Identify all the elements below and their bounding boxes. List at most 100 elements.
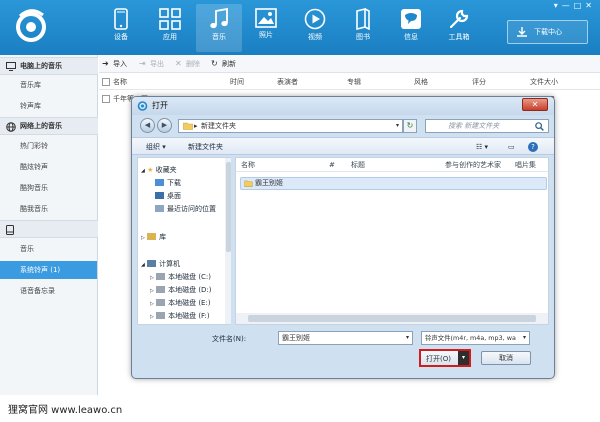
new-folder-button[interactable]: 新建文件夹 <box>188 138 223 156</box>
sidebar-item-music-library[interactable]: 音乐库 <box>0 76 97 94</box>
sidebar-item-hot-ringback[interactable]: 热门彩铃 <box>0 137 97 155</box>
hard-drive-icon <box>156 273 166 280</box>
cancel-button[interactable]: 取消 <box>481 351 531 365</box>
nav-drive-label: 本地磁盘 (F:) <box>168 312 210 320</box>
refresh-label: 刷新 <box>222 60 236 68</box>
nav-favorites[interactable]: ◢ ★ 收藏夹 <box>141 164 177 176</box>
col-name[interactable]: 名称 <box>113 74 127 90</box>
preview-pane-icon[interactable]: ▭ <box>508 138 515 156</box>
col-title[interactable]: 标题 <box>351 158 365 172</box>
dialog-refresh-button[interactable]: ↻ <box>403 119 417 133</box>
sidebar-item-device-music[interactable]: 音乐 <box>0 240 97 258</box>
nav-libraries[interactable]: ▷ 库 <box>141 231 166 243</box>
refresh-button[interactable]: ↻ 刷新 <box>211 55 236 73</box>
export-button[interactable]: ⇥ 导出 <box>139 55 164 73</box>
nav-desktop[interactable]: 桌面 <box>155 190 181 202</box>
col-album[interactable]: 专辑 <box>347 74 361 90</box>
col-artist[interactable]: 表演者 <box>277 74 298 90</box>
help-icon[interactable]: ? <box>528 142 538 152</box>
nav-music[interactable]: 音乐 <box>196 4 242 52</box>
col-rating[interactable]: 评分 <box>472 74 486 90</box>
organize-menu[interactable]: 组织 ▾ <box>146 138 166 156</box>
nav-downloads[interactable]: 下载 <box>155 177 181 189</box>
sidebar-item-label: 铃声库 <box>20 102 41 110</box>
folder-icon <box>183 122 193 130</box>
col-genre[interactable]: 风格 <box>414 74 428 90</box>
dialog-title-bar[interactable]: 打开 ✕ <box>132 97 554 115</box>
import-label: 导入 <box>113 60 127 68</box>
import-button[interactable]: ➜ 导入 <box>102 55 127 73</box>
nav-drive-e[interactable]: ▷ 本地磁盘 (E:) <box>150 297 211 309</box>
forward-button[interactable]: ▶ <box>157 118 172 133</box>
download-center-button[interactable]: 下载中心 <box>507 20 588 44</box>
sidebar-section-pc-music[interactable]: 电脑上的音乐 <box>0 57 98 75</box>
settings-icon[interactable]: ▾ <box>554 1 562 10</box>
sidebar-item-cool-ringtones[interactable]: 酷炫铃声 <box>0 158 97 176</box>
nav-drive-d[interactable]: ▷ 本地磁盘 (D:) <box>150 284 212 296</box>
col-contributing-artists[interactable]: 参与创作的艺术家 <box>445 158 501 172</box>
nav-drive-c[interactable]: ▷ 本地磁盘 (C:) <box>150 271 211 283</box>
nav-apps[interactable]: 应用 <box>147 4 193 52</box>
apps-icon <box>159 8 181 30</box>
folder-list-item[interactable]: 霸王别姬 <box>240 177 547 190</box>
nav-computer[interactable]: ◢ 计算机 <box>141 258 180 270</box>
dialog-title: 打开 <box>152 101 168 110</box>
col-time[interactable]: 时间 <box>230 74 244 90</box>
nav-drive-f[interactable]: ▷ 本地磁盘 (F:) <box>150 310 210 322</box>
sidebar-item-ringtone-library[interactable]: 铃声库 <box>0 97 97 115</box>
nav-favorites-label: 收藏夹 <box>155 166 177 174</box>
sidebar-section-device[interactable] <box>0 220 98 238</box>
sidebar-item-kuwo-music[interactable]: 酷我音乐 <box>0 200 97 218</box>
search-input[interactable]: 搜索 新建文件夹 <box>425 119 549 133</box>
minimize-icon[interactable]: — <box>562 1 574 10</box>
delete-button[interactable]: ✕ 删除 <box>175 55 200 73</box>
file-type-select[interactable]: 铃声文件(m4r, m4a, mp3, wa ▾ <box>421 331 530 345</box>
sidebar-item-voice-memos[interactable]: 语音备忘录 <box>0 282 97 300</box>
nav-photos[interactable]: 照片 <box>243 4 289 52</box>
nav-device[interactable]: 设备 <box>98 4 144 52</box>
nav-label: 设备 <box>114 33 128 41</box>
sidebar-item-system-ringtones[interactable]: 系统铃声 (1) <box>0 261 97 279</box>
filename-input[interactable]: 霸王别姬 ▾ <box>278 331 413 345</box>
hard-drive-icon <box>156 299 166 306</box>
refresh-icon: ↻ <box>211 59 218 68</box>
export-label: 导出 <box>150 60 164 68</box>
col-size[interactable]: 文件大小 <box>530 74 558 90</box>
nav-recent-places[interactable]: 最近访问的位置 <box>155 203 216 215</box>
close-icon[interactable]: ✕ <box>585 1 596 10</box>
chevron-down-icon[interactable]: ▾ <box>406 332 409 344</box>
nav-books[interactable]: 图书 <box>340 4 386 52</box>
back-button[interactable]: ◀ <box>140 118 155 133</box>
address-bar[interactable]: ▸ 新建文件夹 ▾ <box>178 119 403 133</box>
maximize-icon[interactable]: □ <box>574 1 586 10</box>
nav-label: 音乐 <box>212 33 226 41</box>
file-pane-h-scroll-thumb[interactable] <box>248 315 536 322</box>
row-checkbox[interactable] <box>102 95 110 103</box>
photo-icon <box>255 8 277 28</box>
download-center-label: 下载中心 <box>534 28 562 36</box>
downloads-folder-icon <box>155 179 164 186</box>
nav-messages[interactable]: 信息 <box>388 4 434 52</box>
sidebar: 电脑上的音乐 音乐库 铃声库 网络上的音乐 热门彩铃 酷炫铃声 酷狗音乐 酷我音… <box>0 55 98 395</box>
view-options-icon[interactable]: ☷ ▾ <box>476 138 488 156</box>
nav-video[interactable]: 视频 <box>292 4 338 52</box>
open-dropdown-arrow-icon[interactable]: ▾ <box>458 351 469 365</box>
col-album[interactable]: 唱片集 <box>515 158 536 172</box>
select-all-checkbox[interactable] <box>102 78 110 86</box>
export-icon: ⇥ <box>139 59 146 68</box>
chevron-down-icon[interactable]: ▾ <box>396 120 399 132</box>
open-button[interactable]: 打开(O) ▾ <box>419 349 471 367</box>
dialog-close-button[interactable]: ✕ <box>522 98 548 111</box>
col-track-number[interactable]: # <box>329 158 335 172</box>
window-controls[interactable]: ▾—□✕ <box>554 1 596 10</box>
nav-toolbox[interactable]: 工具箱 <box>436 4 482 52</box>
col-name[interactable]: 名称 <box>241 158 255 172</box>
filename-label: 文件名(N): <box>212 335 247 343</box>
dialog-toolbar: 组织 ▾ 新建文件夹 ☷ ▾ ▭ ? <box>132 137 554 155</box>
forward-arrow-icon: ▶ <box>161 121 168 129</box>
nav-pane-scroll-thumb[interactable] <box>226 162 231 252</box>
sidebar-item-kugou-music[interactable]: 酷狗音乐 <box>0 179 97 197</box>
folder-name: 霸王别姬 <box>255 179 283 187</box>
sidebar-section-online-music[interactable]: 网络上的音乐 <box>0 117 98 135</box>
nav-label: 图书 <box>356 33 370 41</box>
